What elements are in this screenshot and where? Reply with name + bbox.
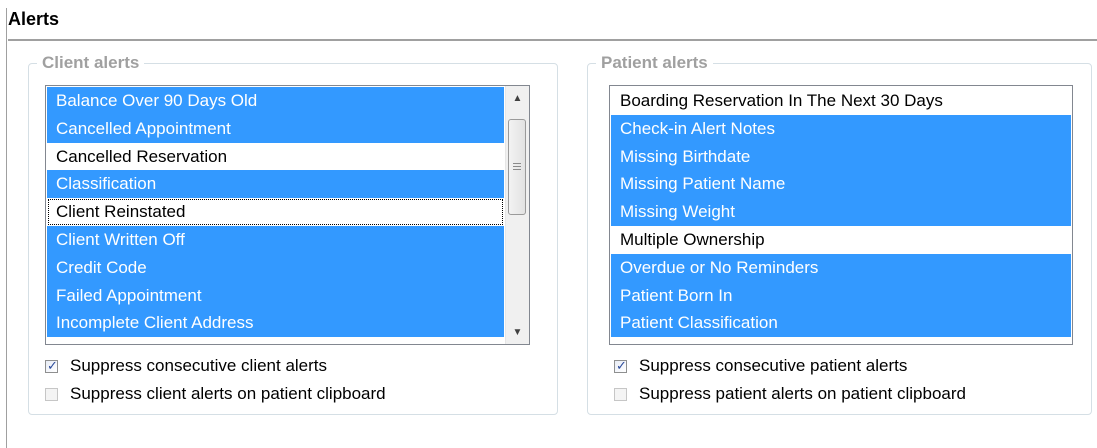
- list-item[interactable]: Client Reinstated: [47, 198, 504, 226]
- suppress-patient-clipboard-checkbox-row[interactable]: Suppress patient alerts on patient clipb…: [614, 383, 966, 405]
- suppress-consecutive-client-label: Suppress consecutive client alerts: [70, 356, 328, 375]
- list-item[interactable]: Credit Code: [47, 253, 504, 282]
- suppress-consecutive-client-checkbox[interactable]: ✓: [45, 357, 58, 373]
- scroll-thumb[interactable]: [508, 119, 526, 215]
- suppress-consecutive-patient-checkbox-row[interactable]: ✓ Suppress consecutive patient alerts: [614, 355, 907, 377]
- list-item[interactable]: Boarding Reservation In The Next 30 Days: [611, 87, 1071, 115]
- list-item[interactable]: Missing Patient Name: [611, 170, 1071, 199]
- client-alerts-group: Client alerts Balance Over 90 Days Old Ca…: [28, 53, 558, 415]
- patient-alerts-legend: Patient alerts: [596, 53, 713, 73]
- page-title: Alerts: [8, 9, 60, 29]
- list-item[interactable]: Failed Appointment: [47, 281, 504, 310]
- list-item[interactable]: Classification: [47, 170, 504, 199]
- patient-alerts-listbox[interactable]: Boarding Reservation In The Next 30 Days…: [609, 85, 1073, 345]
- panel-left-border: [6, 8, 7, 448]
- alerts-panel: Alerts Client alerts Balance Over 90 Day…: [0, 0, 1097, 448]
- suppress-client-clipboard-checkbox-row[interactable]: Suppress client alerts on patient clipbo…: [45, 383, 386, 405]
- suppress-client-clipboard-label: Suppress client alerts on patient clipbo…: [70, 384, 386, 403]
- list-item[interactable]: Check-in Alert Notes: [611, 114, 1071, 143]
- list-item[interactable]: Cancelled Reservation: [47, 143, 504, 171]
- scroll-down-button[interactable]: ▼: [506, 320, 529, 344]
- list-item[interactable]: Multiple Ownership: [611, 226, 1071, 254]
- list-item[interactable]: Cancelled Appointment: [47, 114, 504, 143]
- list-item[interactable]: Incomplete Client Address: [47, 309, 504, 338]
- list-item[interactable]: Patient Born In: [611, 281, 1071, 310]
- list-item[interactable]: Overdue or No Reminders: [611, 253, 1071, 282]
- suppress-consecutive-patient-checkbox[interactable]: ✓: [614, 357, 627, 373]
- list-item[interactable]: Missing Birthdate: [611, 142, 1071, 171]
- client-alerts-listbox[interactable]: Balance Over 90 Days Old Cancelled Appoin…: [45, 85, 530, 345]
- title-divider: [8, 39, 1097, 41]
- list-item[interactable]: Balance Over 90 Days Old: [47, 87, 504, 115]
- checkmark-icon: ✓: [47, 357, 58, 373]
- client-alerts-list: Balance Over 90 Days Old Cancelled Appoin…: [47, 87, 504, 338]
- suppress-consecutive-client-checkbox-row[interactable]: ✓ Suppress consecutive client alerts: [45, 355, 327, 377]
- patient-alerts-group: Patient alerts Boarding Reservation In T…: [587, 53, 1092, 415]
- list-item[interactable]: Patient Classification: [611, 309, 1071, 338]
- list-item[interactable]: Missing Weight: [611, 198, 1071, 226]
- client-alerts-scrollbar[interactable]: ▲ ▼: [505, 86, 529, 344]
- suppress-patient-clipboard-label: Suppress patient alerts on patient clipb…: [639, 384, 966, 403]
- patient-alerts-list: Boarding Reservation In The Next 30 Days…: [611, 87, 1071, 338]
- up-arrow-icon: ▲: [512, 92, 523, 104]
- thumb-grip-line: [513, 169, 521, 170]
- checkmark-icon: ✓: [616, 357, 627, 373]
- thumb-grip-line: [513, 163, 521, 164]
- suppress-patient-clipboard-checkbox[interactable]: [614, 387, 627, 401]
- suppress-client-clipboard-checkbox[interactable]: [45, 387, 58, 401]
- thumb-grip-line: [513, 166, 521, 167]
- down-arrow-icon: ▼: [512, 326, 523, 338]
- list-item[interactable]: Client Written Off: [47, 225, 504, 254]
- scroll-up-button[interactable]: ▲: [506, 86, 529, 110]
- client-alerts-legend: Client alerts: [37, 53, 145, 73]
- suppress-consecutive-patient-label: Suppress consecutive patient alerts: [639, 356, 908, 375]
